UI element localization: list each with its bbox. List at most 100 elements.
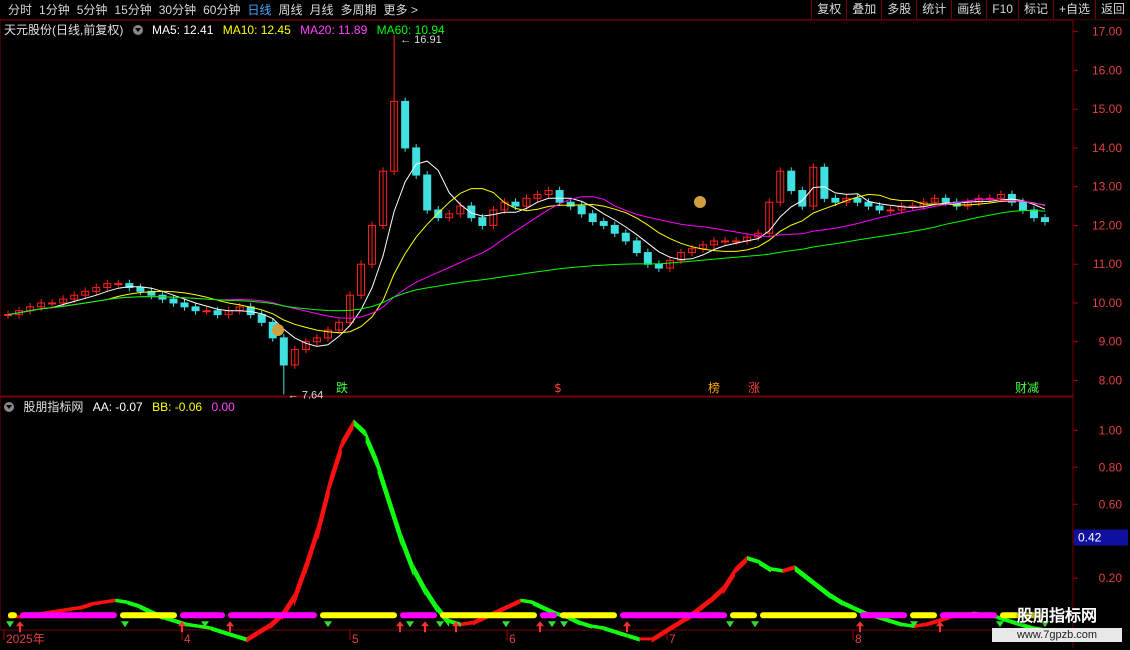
- date-tick-label: 7: [669, 632, 676, 646]
- indicator-band: [627, 633, 640, 642]
- up-arrow-icon: [856, 621, 864, 633]
- candle-body: [423, 174, 432, 211]
- event-marker: 跌: [336, 380, 348, 395]
- candle-body: [1041, 217, 1049, 223]
- price-tick-label: 15.00: [1092, 102, 1122, 116]
- indicator-band: [317, 476, 330, 541]
- event-marker: 榜: [708, 380, 720, 395]
- money-bag-icon: [272, 324, 284, 336]
- watermark-title: 股朋指标网: [1016, 608, 1097, 625]
- indicator-band: [639, 637, 652, 641]
- indicator-band: [341, 419, 354, 450]
- candle-body: [853, 197, 862, 203]
- indicator-band: [389, 495, 402, 547]
- zero-bar-segment: [228, 612, 317, 619]
- zero-bar-segment: [20, 612, 117, 619]
- up-arrow-icon: [226, 621, 234, 633]
- ma20-line: [7, 196, 1046, 319]
- indicator-band: [925, 618, 938, 627]
- indicator-band: [91, 600, 104, 606]
- zero-bar-segment: [560, 612, 617, 619]
- down-arrow-icon: [751, 621, 759, 628]
- candle-body: [169, 298, 178, 304]
- candle-body: [191, 306, 200, 312]
- watermark: 股朋指标网 www.7gpzb.com: [992, 602, 1122, 644]
- indicator-band: [210, 626, 223, 635]
- price-tick-label: 8.00: [1099, 373, 1123, 387]
- candle-body: [588, 213, 597, 223]
- candle-body: [114, 283, 123, 286]
- date-tick-label: 2025年: [6, 632, 45, 646]
- watermark-url: www.7gpzb.com: [992, 628, 1122, 642]
- up-arrow-icon: [16, 621, 24, 633]
- price-tick-label: 17.00: [1092, 25, 1122, 39]
- indicator-band: [711, 585, 724, 604]
- event-marker: 财减: [1015, 381, 1039, 395]
- date-tick-label: 5: [352, 632, 359, 646]
- date-tick-label: 4: [184, 632, 191, 646]
- candle-body: [555, 190, 564, 203]
- candle-body: [654, 263, 663, 269]
- indicator-band: [377, 458, 390, 511]
- candle-body: [257, 314, 266, 323]
- indicator-panel-frame: [0, 396, 1074, 631]
- indicator-band: [246, 630, 259, 643]
- down-arrow-icon: [121, 621, 129, 628]
- candle-body: [643, 252, 652, 265]
- zero-bar-segment: [760, 612, 857, 619]
- event-marker: $: [554, 381, 562, 395]
- indicator-band: [186, 622, 199, 629]
- candle-body: [577, 205, 586, 215]
- indicator-band: [735, 556, 748, 574]
- candle-body: [820, 166, 829, 199]
- zero-bar-segment: [120, 612, 177, 619]
- money-bag-icon: [694, 196, 706, 208]
- indicator-band: [818, 583, 831, 600]
- indicator-band: [258, 622, 271, 636]
- stock-chart[interactable]: 17.00 16.00 15.00 14.00 13.00 12.00 11.00 10.00…: [0, 0, 1130, 650]
- down-arrow-icon: [6, 621, 14, 628]
- candle-body: [279, 337, 288, 366]
- up-arrow-icon: [421, 621, 429, 633]
- indicator-band: [782, 565, 795, 574]
- indicator-band: [425, 585, 438, 614]
- candle-body: [202, 310, 211, 313]
- candle-body: [721, 240, 730, 243]
- candle-body: [908, 205, 917, 208]
- indicator-tick-label: 1.00: [1099, 423, 1123, 437]
- zero-bar-segment: [540, 612, 557, 619]
- indicator-band: [592, 624, 604, 630]
- indicator-band: [353, 419, 366, 437]
- zero-bar-segment: [910, 612, 937, 619]
- candle-body: [48, 302, 57, 305]
- indicator-band: [234, 633, 247, 642]
- zero-bar-segment: [730, 612, 757, 619]
- indicator-tick-label: 0.80: [1099, 460, 1123, 474]
- candle-body: [467, 205, 476, 219]
- down-arrow-icon: [324, 621, 332, 628]
- price-tick-label: 14.00: [1092, 141, 1122, 155]
- indicator-band: [127, 600, 140, 609]
- indicator-band: [508, 598, 521, 609]
- candle-body: [1029, 209, 1038, 219]
- indicator-band: [580, 620, 593, 629]
- zero-bar-segment: [860, 612, 907, 619]
- indicator-band: [699, 596, 712, 612]
- candle-body: [787, 170, 796, 192]
- indicator-band: [806, 574, 819, 590]
- indicator-band: [79, 602, 92, 611]
- indicator-band: [460, 620, 473, 627]
- zero-bar-segment: [940, 612, 997, 619]
- candle-body: [621, 232, 630, 242]
- price-tick-label: 10.00: [1092, 296, 1122, 310]
- indicator-tick-label: 0.20: [1099, 571, 1123, 585]
- indicator-band: [401, 531, 414, 577]
- candle-body: [213, 310, 222, 316]
- up-arrow-icon: [536, 621, 544, 633]
- price-tick-label: 12.00: [1092, 218, 1122, 232]
- zero-bar-segment: [620, 612, 727, 619]
- indicator-band: [651, 630, 664, 643]
- date-tick-label: 8: [855, 632, 862, 646]
- up-arrow-icon: [623, 621, 631, 633]
- candle-body: [886, 209, 895, 212]
